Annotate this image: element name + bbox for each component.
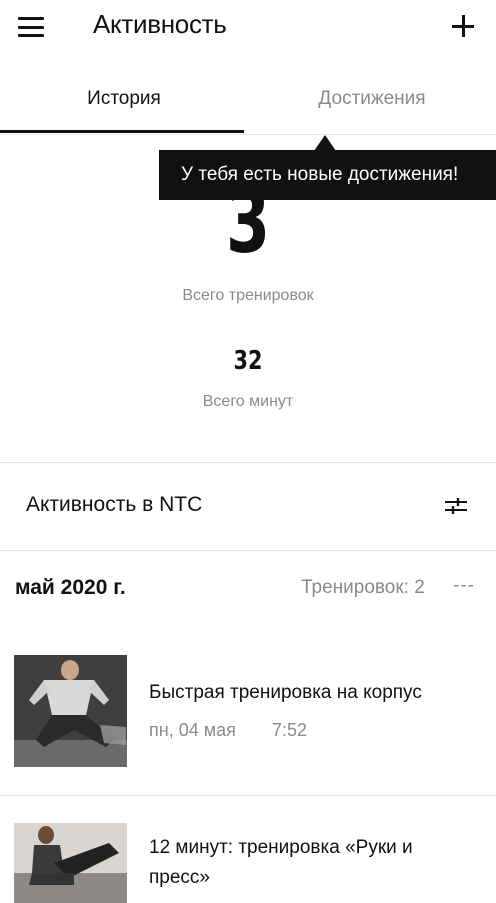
tab-achievements[interactable]: Достижения [248, 70, 496, 133]
total-minutes-value: 32 [233, 346, 263, 376]
tab-history[interactable]: История [0, 70, 248, 133]
hamburger-menu-icon[interactable] [18, 17, 44, 37]
add-plus-icon[interactable] [452, 15, 474, 37]
workout-duration: 7:52 [272, 720, 308, 740]
workout-thumbnail-image [14, 823, 127, 903]
workout-list-item[interactable]: Быстрая тренировка на корпус пн, 04 мая … [0, 655, 496, 795]
workout-thumbnail-image [14, 655, 127, 767]
tab-bar: История Достижения [0, 70, 496, 135]
month-group-header: май 2020 г. Тренировок: 2 --- [0, 570, 496, 610]
tooltip-arrow [314, 135, 336, 151]
month-workout-count: Тренировок: 2 [301, 577, 425, 598]
workout-title: 12 минут: тренировка «Руки и пресс» [149, 837, 413, 888]
page-title: Активность [93, 9, 227, 39]
active-tab-indicator [0, 130, 244, 133]
workout-title: Быстрая тренировка на корпус [149, 682, 422, 703]
workout-list-item[interactable]: 12 минут: тренировка «Руки и пресс» [0, 823, 496, 903]
new-achievements-tooltip[interactable]: У тебя есть новые достижения! [159, 150, 496, 200]
top-app-bar: Активность [0, 0, 496, 56]
divider [0, 550, 496, 551]
section-title: Активность в NTC [26, 493, 203, 516]
month-more-placeholder: --- [453, 575, 475, 596]
filter-sliders-icon[interactable] [444, 496, 468, 516]
activity-section-header: Активность в NTC [0, 463, 496, 550]
workout-date: пн, 04 мая [149, 720, 236, 740]
month-label: май 2020 г. [15, 576, 126, 599]
total-minutes-label: Всего минут [202, 393, 294, 410]
divider [0, 795, 496, 796]
total-workouts-label: Всего тренировок [182, 287, 314, 304]
